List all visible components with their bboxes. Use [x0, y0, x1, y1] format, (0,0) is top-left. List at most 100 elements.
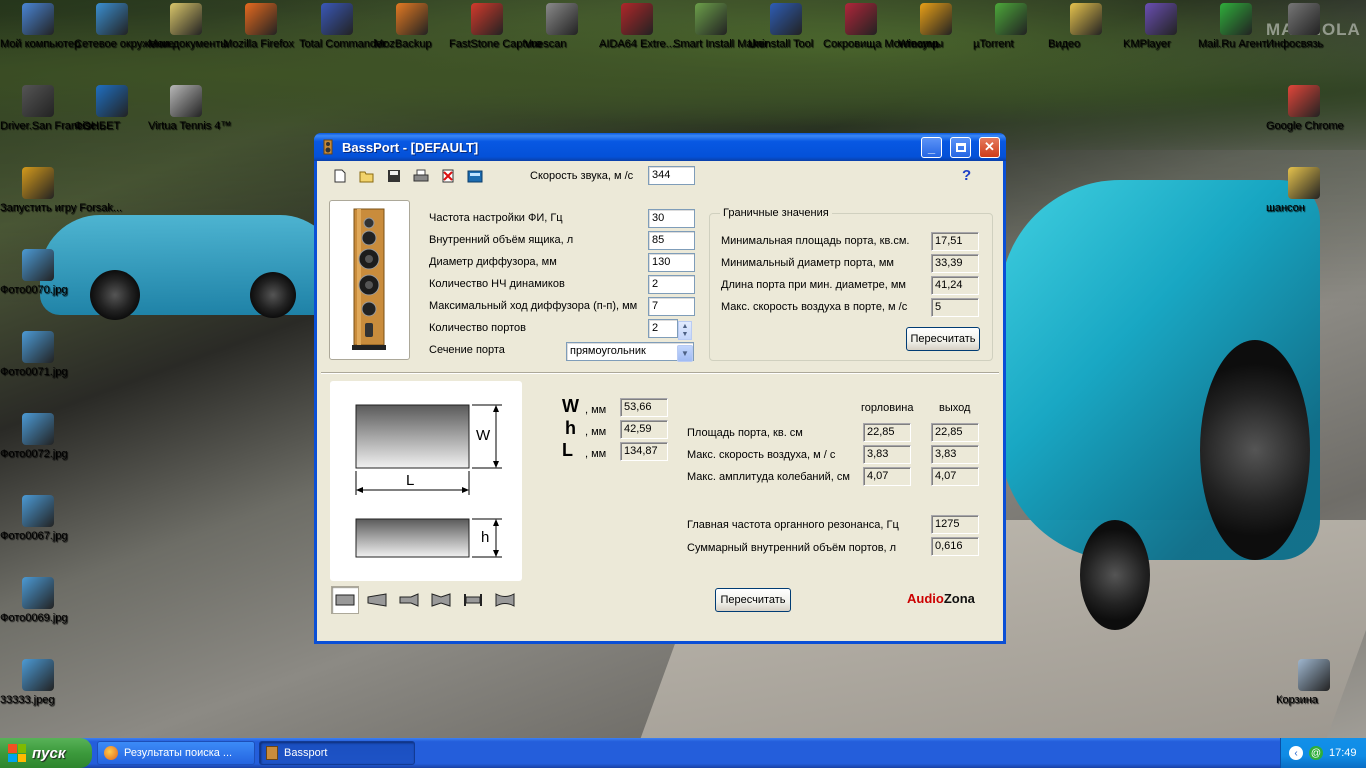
- tennis-game-icon: [170, 85, 202, 117]
- new-file-button[interactable]: [331, 167, 349, 185]
- bassport-app-icon: [323, 139, 333, 155]
- desktop-icon[interactable]: µTorrent: [973, 3, 1049, 50]
- desktop-icon[interactable]: Total Commander: [299, 3, 386, 50]
- desktop-icon[interactable]: Видео: [1048, 3, 1124, 50]
- taskbar-item-bassport[interactable]: Bassport: [259, 741, 415, 765]
- start-button[interactable]: пуск: [0, 738, 92, 768]
- desktop-icon[interactable]: MozBackup: [374, 3, 450, 50]
- forsaken-game-icon: [22, 167, 54, 199]
- calculator-icon: [467, 170, 483, 182]
- help-icon[interactable]: ?: [962, 167, 971, 184]
- desktop-icon[interactable]: шансон: [1266, 167, 1342, 214]
- desktop-icon[interactable]: Фото0070.jpg: [0, 249, 76, 296]
- desktop-icon-label: ФОНБЕТ: [74, 120, 121, 132]
- desktop-icon[interactable]: Фото0067.jpg: [0, 495, 76, 542]
- desktop-icon[interactable]: Инфосвязь: [1266, 3, 1342, 50]
- desktop-icon[interactable]: Запустить игру Forsak...: [0, 167, 122, 214]
- taskbar-item-search-results[interactable]: Результаты поиска ...: [97, 741, 255, 765]
- clock[interactable]: 17:49: [1329, 747, 1357, 759]
- tray-collapse-chevron-icon[interactable]: ‹: [1289, 746, 1303, 760]
- image-file-icon: [22, 495, 54, 527]
- result-throat-value: 4,07: [863, 467, 911, 486]
- desktop-icon[interactable]: Мой компьютер: [0, 3, 80, 50]
- desktop-icon[interactable]: Vuescan: [524, 3, 600, 50]
- open-file-button[interactable]: [358, 167, 376, 185]
- image-file-icon: [22, 331, 54, 363]
- shape-double-flare-button[interactable]: [491, 586, 519, 614]
- port-shape-diagram: [355, 404, 502, 558]
- desktop-icon[interactable]: Фото0069.jpg: [0, 577, 76, 624]
- calculator-button[interactable]: [466, 167, 484, 185]
- divider: [321, 372, 999, 374]
- title-bar[interactable]: BassPort - [DEFAULT] _ ✕: [314, 133, 1006, 161]
- delete-button[interactable]: [439, 167, 457, 185]
- desktop-icon[interactable]: Сетевое окружение: [74, 3, 174, 50]
- desktop-icon[interactable]: Сокровища Монтесумы: [823, 3, 943, 50]
- mailru-agent-tray-icon[interactable]: @: [1309, 746, 1323, 760]
- desktop-icon[interactable]: AIDA64 Extre...: [599, 3, 675, 50]
- save-button[interactable]: [385, 167, 403, 185]
- desktop-icon[interactable]: 33333.jpeg: [0, 659, 76, 706]
- maximize-button[interactable]: [950, 136, 971, 158]
- param-input[interactable]: 30: [648, 209, 695, 228]
- param-label: Количество НЧ динамиков: [429, 278, 565, 290]
- desktop-icon[interactable]: Фото0072.jpg: [0, 413, 76, 460]
- param-input[interactable]: 2: [648, 319, 678, 338]
- winamp-icon: [920, 3, 952, 35]
- desktop-icon[interactable]: Google Chrome: [1266, 85, 1344, 132]
- limit-label: Макс. скорость воздуха в порте, м /с: [721, 301, 908, 313]
- uninstall-icon: [770, 3, 802, 35]
- desktop-icon[interactable]: Фото0071.jpg: [0, 331, 76, 378]
- limits-recalculate-button[interactable]: Пересчитать: [906, 327, 980, 351]
- chevron-down-icon[interactable]: ▼: [677, 345, 693, 362]
- recalculate-button[interactable]: Пересчитать: [715, 588, 791, 612]
- shape-double-taper-button[interactable]: [427, 586, 455, 614]
- desktop-icon[interactable]: Mail.Ru Агент: [1198, 3, 1274, 50]
- desktop-icon[interactable]: Корзина: [1276, 659, 1352, 706]
- fonbet-icon: [96, 85, 128, 117]
- shape-flare-button[interactable]: [395, 586, 423, 614]
- flanged-port-icon: [464, 594, 482, 606]
- desktop-icon[interactable]: FastStone Capture: [449, 3, 541, 50]
- desktop-icon[interactable]: Virtua Tennis 4™: [148, 85, 231, 132]
- desktop-icon[interactable]: Uninstall Tool: [748, 3, 824, 50]
- image-file-icon: [22, 249, 54, 281]
- result-label: Площадь порта, кв. см: [687, 427, 803, 439]
- shape-flanged-button[interactable]: [459, 586, 487, 614]
- shape-taper-button[interactable]: [363, 586, 391, 614]
- wallpaper-wheel: [90, 270, 140, 320]
- desktop-icon-label: Total Commander: [299, 38, 386, 50]
- close-button[interactable]: ✕: [979, 136, 1000, 158]
- param-input[interactable]: 85: [648, 231, 695, 250]
- maximize-icon: [955, 142, 966, 152]
- desktop-icon[interactable]: Smart Install Maker: [673, 3, 768, 50]
- utorrent-icon: [995, 3, 1027, 35]
- save-icon: [388, 170, 400, 182]
- port-section-select[interactable]: прямоугольник: [566, 342, 694, 361]
- spin-down-icon[interactable]: ▼: [682, 331, 689, 338]
- dimension-letter: h: [565, 418, 576, 438]
- documents-icon: [170, 3, 202, 35]
- organ-resonance-label: Главная частота органного резонанса, Гц: [687, 519, 899, 531]
- param-input[interactable]: 130: [648, 253, 695, 272]
- desktop-icon[interactable]: Driver.San Francisc...: [0, 85, 105, 132]
- desktop-icon[interactable]: KMPlayer: [1123, 3, 1199, 50]
- print-button[interactable]: [412, 167, 430, 185]
- spin-up-icon[interactable]: ▲: [682, 323, 689, 330]
- minimize-button[interactable]: _: [921, 136, 942, 158]
- desktop-icon[interactable]: Mozilla Firefox: [223, 3, 299, 50]
- minimize-icon: _: [927, 139, 936, 155]
- open-folder-icon: [359, 171, 374, 183]
- desktop-icon[interactable]: Winamp: [898, 3, 974, 50]
- param-input[interactable]: 2: [648, 275, 695, 294]
- speaker-cabinet-icon: [352, 208, 386, 350]
- firefox-icon: [245, 3, 277, 35]
- desktop-icon[interactable]: ФОНБЕТ: [74, 85, 150, 132]
- sound-speed-input[interactable]: 344: [648, 166, 695, 185]
- port-count-spinner[interactable]: ▲ ▼: [678, 321, 692, 340]
- desktop-icon[interactable]: Мои документы: [148, 3, 228, 50]
- param-input[interactable]: 7: [648, 297, 695, 316]
- shape-rectangle-button[interactable]: [331, 586, 359, 614]
- limit-value: 41,24: [931, 276, 979, 295]
- limit-label: Минимальный диаметр порта, мм: [721, 257, 894, 269]
